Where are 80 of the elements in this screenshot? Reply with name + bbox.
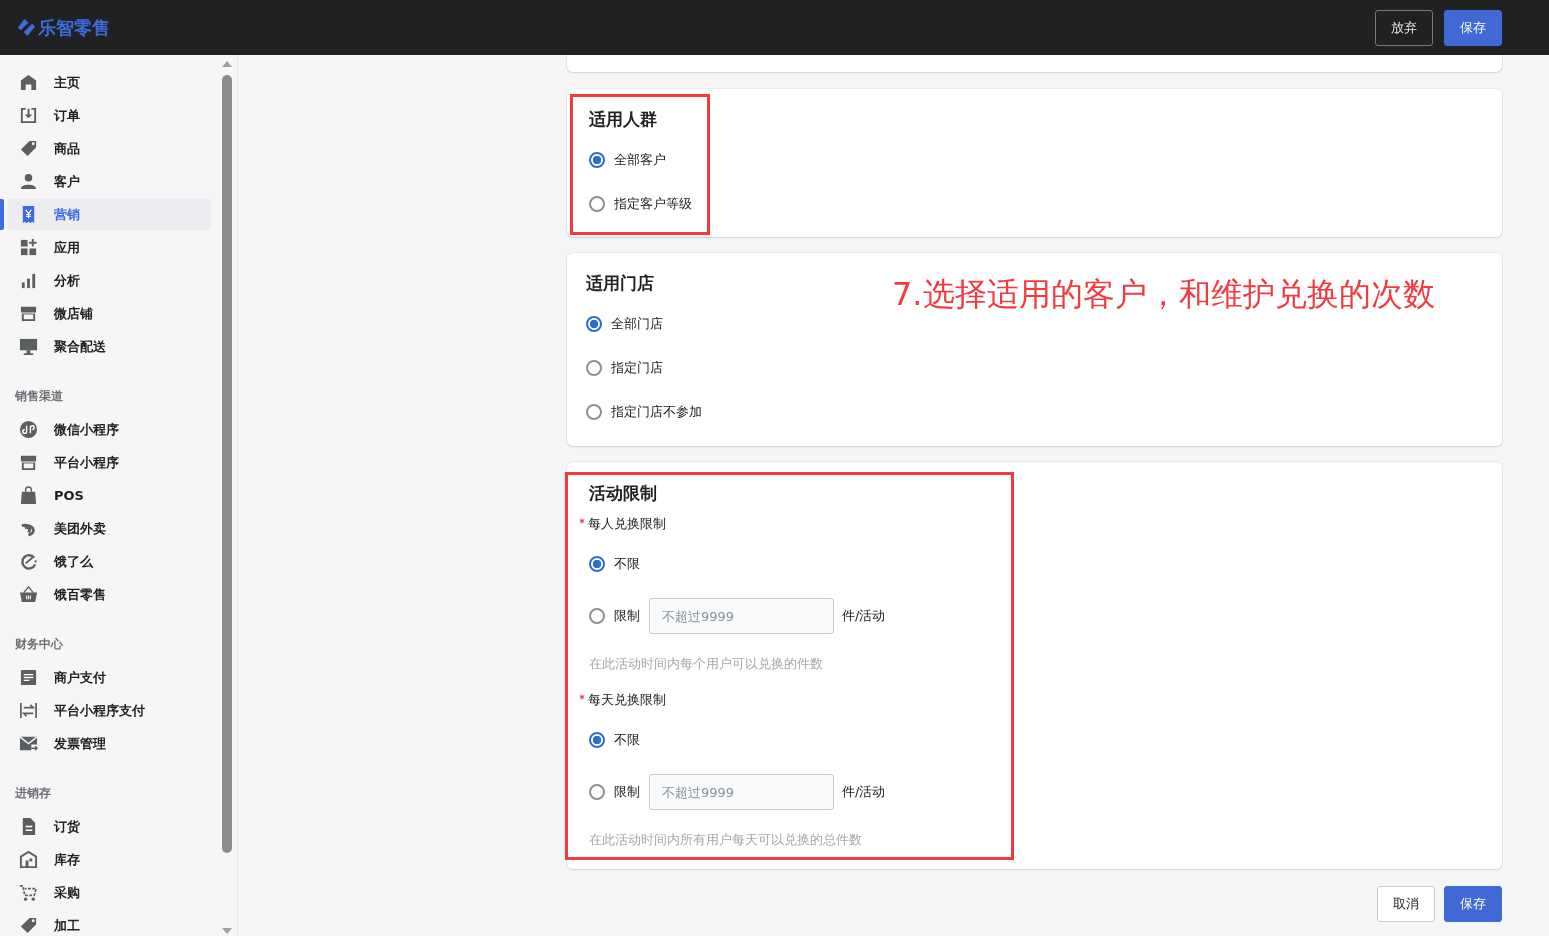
home-icon: [19, 73, 38, 92]
sidebar-item[interactable]: 微信小程序: [7, 414, 211, 445]
bar-chart-icon: [19, 271, 38, 290]
active-indicator: [0, 199, 4, 230]
logo-text: 乐智零售: [38, 15, 110, 40]
grid-plus-icon: [19, 238, 38, 257]
radio-button[interactable]: [589, 556, 605, 572]
annotation-text: 7.选择适用的客户，和维护兑换的次数: [892, 274, 1435, 315]
sidebar-item[interactable]: POS: [7, 480, 211, 511]
help-text: 在此活动时间内每个用户可以兑换的件数: [589, 655, 824, 673]
radio-button[interactable]: [589, 608, 605, 624]
sidebar-item[interactable]: 库存: [7, 844, 211, 875]
radio-option[interactable]: 指定门店: [586, 359, 663, 377]
person-icon: [19, 172, 38, 191]
sidebar-item[interactable]: 采购: [7, 877, 211, 908]
radio-button[interactable]: [589, 196, 605, 212]
sidebar-item[interactable]: 饿百零售: [7, 579, 211, 610]
cancel-button[interactable]: 取消: [1377, 886, 1435, 922]
cart-icon: [19, 883, 38, 902]
sidebar-item[interactable]: 平台小程序: [7, 447, 211, 478]
radio-option[interactable]: 限制: [589, 783, 640, 801]
section-title: 活动限制: [589, 482, 658, 505]
tag-icon: [19, 139, 38, 158]
sidebar-item[interactable]: 应用: [7, 232, 211, 263]
envelope-arrow-icon: [19, 734, 38, 753]
sidebar-item[interactable]: 聚合配送: [7, 331, 211, 362]
sidebar-item[interactable]: 饿了么: [7, 546, 211, 577]
radio-option[interactable]: 限制: [589, 607, 640, 625]
radio-button[interactable]: [589, 732, 605, 748]
radio-button[interactable]: [589, 152, 605, 168]
sidebar-item[interactable]: 商户支付: [7, 662, 211, 693]
section-label: 财务中心: [14, 636, 64, 653]
logo-icon: [17, 18, 36, 37]
save-button[interactable]: 保存: [1444, 9, 1502, 46]
input-field[interactable]: 不超过9999: [649, 598, 834, 634]
radio-button[interactable]: [586, 360, 602, 376]
radio-option[interactable]: 指定门店不参加: [586, 403, 702, 421]
scroll-up-icon[interactable]: [222, 61, 232, 67]
sidebar-item[interactable]: 订货: [7, 811, 211, 842]
help-text: 在此活动时间内所有用户每天可以兑换的总件数: [589, 831, 863, 849]
section-label: 进销存: [14, 785, 52, 802]
sidebar-item[interactable]: 客户: [7, 166, 211, 197]
section-title: 适用门店: [586, 272, 655, 295]
radio-button[interactable]: [586, 404, 602, 420]
unit-label: 件/活动: [842, 783, 886, 801]
sidebar-item[interactable]: 微店铺: [7, 298, 211, 329]
field-label-text: 每人兑换限制: [588, 515, 666, 533]
radio-option[interactable]: 指定客户等级: [589, 195, 692, 213]
sidebar-item[interactable]: 发票管理: [7, 728, 211, 759]
radio-option[interactable]: 不限: [589, 555, 640, 573]
sidebar-item[interactable]: 订单: [7, 100, 211, 131]
basket-icon: [19, 585, 38, 604]
radio-button[interactable]: [589, 784, 605, 800]
section-label: 销售渠道: [14, 388, 64, 405]
sidebar-item[interactable]: 商品: [7, 133, 211, 164]
field-label-text: 每天兑换限制: [588, 691, 666, 709]
shopping-bag-icon: [19, 486, 38, 505]
storefront-icon: [19, 304, 38, 323]
radio-option[interactable]: 不限: [589, 731, 640, 749]
transfer-arrows-icon: [19, 701, 38, 720]
warehouse-icon: [19, 850, 38, 869]
storefront-icon: [19, 453, 38, 472]
scroll-down-icon[interactable]: [222, 928, 232, 934]
sidebar-item[interactable]: 加工: [7, 910, 211, 936]
radio-option[interactable]: 全部客户: [589, 151, 666, 169]
sidebar-item[interactable]: 分析: [7, 265, 211, 296]
refresh-circle-icon: [19, 552, 38, 571]
discard-button[interactable]: 放弃: [1375, 9, 1433, 46]
section-title: 适用人群: [589, 108, 658, 131]
monitor-icon: [19, 337, 38, 356]
save-button[interactable]: 保存: [1444, 886, 1502, 922]
download-tray-icon: [19, 106, 38, 125]
radio-button[interactable]: [586, 316, 602, 332]
sidebar-item[interactable]: 主页: [7, 67, 211, 98]
radio-option[interactable]: 全部门店: [586, 315, 663, 333]
sidebar-item[interactable]: 平台小程序支付: [7, 695, 211, 726]
sidebar-item[interactable]: 美团外卖: [7, 513, 211, 544]
document-icon: [19, 668, 38, 687]
unit-label: 件/活动: [842, 607, 886, 625]
input-field[interactable]: 不超过9999: [649, 774, 834, 810]
